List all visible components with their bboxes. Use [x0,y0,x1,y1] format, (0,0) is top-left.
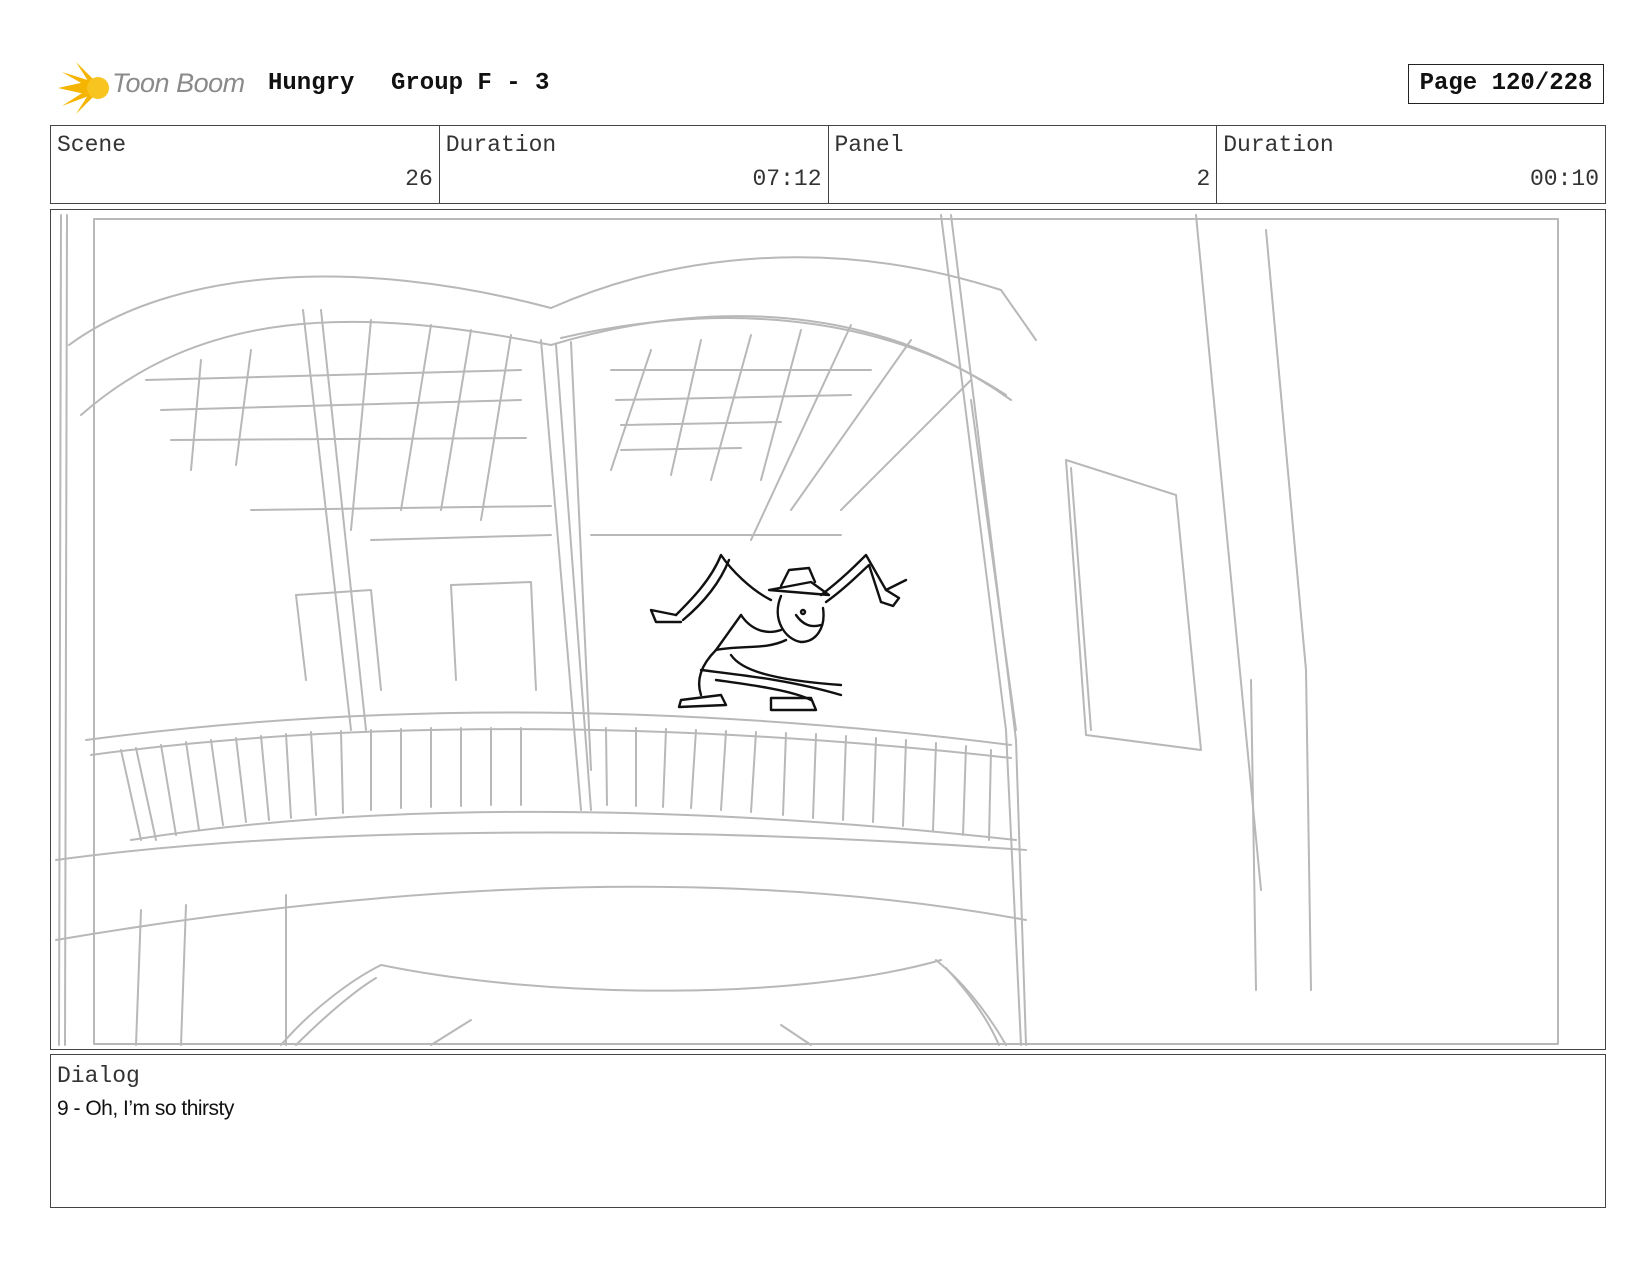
panel-cell: Panel 2 [829,126,1218,203]
dialog-text: 9 - Oh, I’m so thirsty [57,1097,234,1120]
panel-value: 2 [1196,166,1211,192]
scene-duration-label: Duration [445,132,557,158]
scene-duration-value: 07:12 [752,166,822,192]
storyboard-sketch [55,214,1559,1046]
panel-label: Panel [834,132,904,158]
storyboard-panel [50,209,1606,1050]
scene-info-table: Scene 26 Duration 07:12 Panel 2 Duration… [50,125,1606,204]
group-title: Group F - 3 [391,70,550,97]
logo-text: Toon Boom [112,68,245,98]
scene-label: Scene [57,132,127,158]
page-indicator: Page 120/228 [1408,64,1604,104]
project-title: Hungry [268,70,355,97]
scene-value: 26 [405,166,433,192]
dialog-box: Dialog 9 - Oh, I’m so thirsty [50,1054,1606,1208]
scene-cell: Scene 26 [51,126,440,203]
dialog-label: Dialog [57,1063,140,1089]
panel-duration-label: Duration [1223,132,1334,158]
scene-duration-cell: Duration 07:12 [440,126,829,203]
panel-duration-cell: Duration 00:10 [1217,126,1605,203]
panel-duration-value: 00:10 [1529,166,1599,192]
